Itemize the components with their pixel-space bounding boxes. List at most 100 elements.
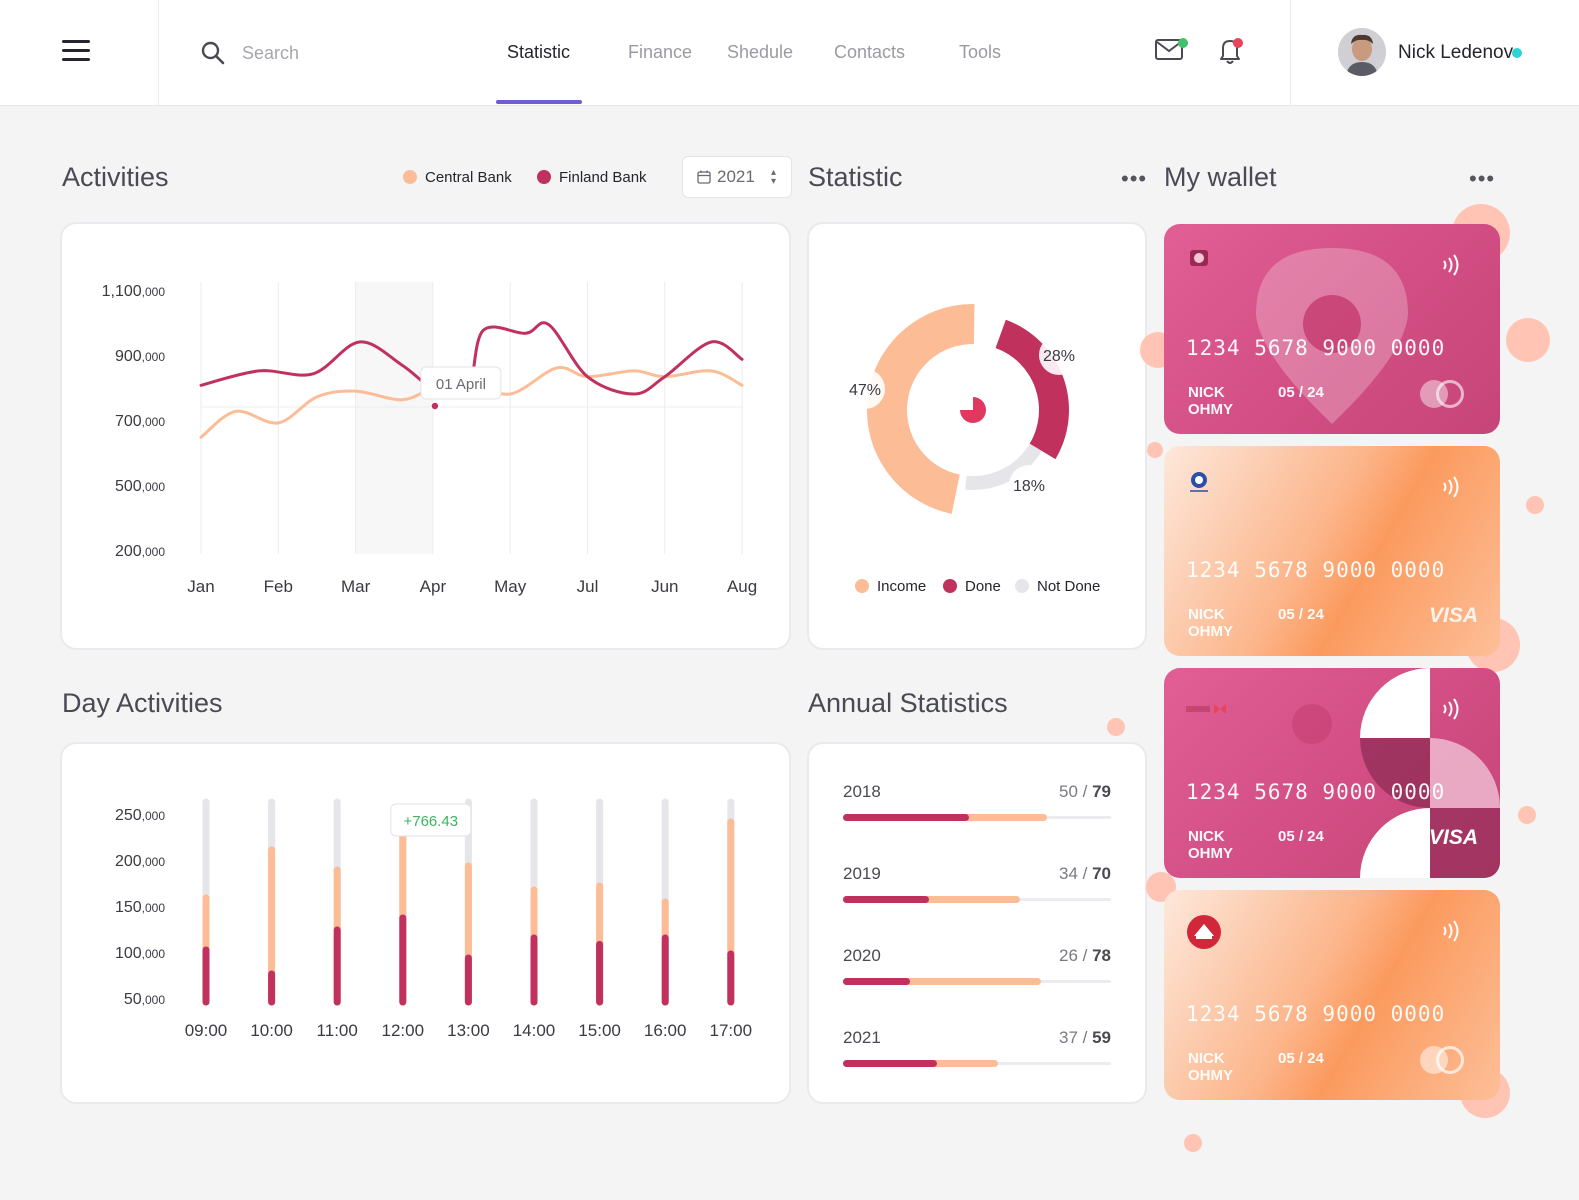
- legend-dot: [943, 579, 957, 593]
- y-tick-label: 50,000: [124, 991, 165, 1008]
- year-value: 2021: [717, 167, 755, 186]
- decor-bubble: [1518, 806, 1536, 824]
- hsbc-logo-icon: [1186, 704, 1226, 714]
- annual-year: 2020: [843, 946, 881, 965]
- mail-badge: [1178, 38, 1188, 48]
- tab-contacts[interactable]: Contacts: [834, 42, 905, 63]
- tooltip-label: 01 April: [436, 376, 486, 393]
- legend-dot: [537, 170, 551, 184]
- card-holder: NICK OHMY: [1188, 606, 1233, 640]
- mail-button[interactable]: [1154, 36, 1188, 70]
- mastercard-logo-icon: [1420, 1046, 1466, 1076]
- card-number: 1234 5678 9000 0000: [1186, 558, 1446, 582]
- legend-label: Finland Bank: [559, 169, 647, 186]
- search-icon[interactable]: [200, 40, 226, 66]
- legend-finland-bank[interactable]: Finland Bank: [537, 169, 647, 186]
- x-tick-label: Mar: [341, 577, 371, 596]
- x-tick-label: Jul: [577, 577, 599, 596]
- card-number: 1234 5678 9000 0000: [1186, 780, 1446, 804]
- online-status-indicator: [1512, 48, 1522, 58]
- x-tick-label: 16:00: [644, 1021, 687, 1040]
- tab-tools[interactable]: Tools: [959, 42, 1001, 63]
- card-expiry: 05 / 24: [1278, 606, 1324, 623]
- activities-title: Activities: [62, 162, 169, 192]
- day-activities-bar-chart: 250,000 200,000 150,000 100,000 50,000 09:00 1…: [115, 798, 752, 1040]
- decor-bubble: [1184, 1134, 1202, 1152]
- day-activities-title: Day Activities: [62, 688, 223, 718]
- y-tick-label: 500,000: [115, 478, 165, 495]
- tab-finance[interactable]: Finance: [628, 42, 692, 63]
- card-holder: NICK OHMY: [1188, 384, 1233, 418]
- legend-done[interactable]: Done: [943, 578, 1001, 595]
- avatar[interactable]: [1338, 28, 1386, 76]
- y-tick-label: 200,000: [115, 543, 165, 560]
- decor-bubble: [1506, 318, 1550, 362]
- notifications-button[interactable]: [1217, 36, 1251, 70]
- x-tick-label: 12:00: [382, 1021, 425, 1040]
- tooltip-label: +766.43: [403, 813, 458, 830]
- visa-logo: VISA: [1428, 826, 1478, 849]
- x-tick-label: 13:00: [447, 1021, 490, 1040]
- legend-label: Income: [877, 578, 927, 595]
- legend-not-done[interactable]: Not Done: [1015, 578, 1100, 595]
- year-select[interactable]: 2021 ▴ ▾: [682, 156, 792, 198]
- statistic-title: Statistic: [808, 162, 903, 192]
- statistic-donut-chart: 47% 28% 18%: [845, 304, 1079, 514]
- annual-done-bar: [843, 1060, 937, 1067]
- wallet-card-3[interactable]: 1234 5678 9000 0000 NICK OHMY 05 / 24 VI…: [1164, 668, 1500, 878]
- legend-label: Central Bank: [425, 169, 512, 186]
- bank-logo-icon: [1187, 915, 1221, 949]
- user-name[interactable]: Nick Ledenov: [1398, 42, 1513, 64]
- contactless-icon: [1443, 476, 1459, 498]
- y-tick-label: 150,000: [115, 899, 165, 916]
- header-divider: [158, 0, 159, 105]
- search-box[interactable]: [200, 36, 460, 70]
- search-input[interactable]: [242, 36, 442, 70]
- card-expiry: 05 / 24: [1278, 384, 1324, 401]
- legend-income[interactable]: Income: [855, 578, 926, 595]
- wallet-card-4[interactable]: 1234 5678 9000 0000 NICK OHMY 05 / 24: [1164, 890, 1500, 1100]
- tab-statistic[interactable]: Statistic: [507, 42, 570, 63]
- y-tick-label: 250,000: [115, 807, 165, 824]
- menu-icon[interactable]: [62, 38, 94, 66]
- tab-shedule[interactable]: Shedule: [727, 42, 793, 63]
- mastercard-logo-icon: [1420, 380, 1466, 410]
- legend-dot: [855, 579, 869, 593]
- annual-fraction: 34 / 70: [1058, 864, 1111, 883]
- decor-bubble: [1526, 496, 1544, 514]
- x-tick-label: Jun: [651, 577, 678, 596]
- wallet-card-1[interactable]: 1234 5678 9000 0000 NICK OHMY 05 / 24: [1164, 224, 1500, 434]
- x-tick-label: 11:00: [317, 1021, 358, 1040]
- diners-club-logo-icon: [1190, 472, 1208, 492]
- x-tick-label: 09:00: [185, 1021, 228, 1040]
- legend-label: Done: [965, 578, 1001, 595]
- tooltip-point: [430, 401, 440, 411]
- wallet-card-2[interactable]: 1234 5678 9000 0000 NICK OHMY 05 / 24 VI…: [1164, 446, 1500, 656]
- y-tick-label: 900,000: [115, 348, 165, 365]
- card-number: 1234 5678 9000 0000: [1186, 336, 1446, 360]
- slice-label-not-done: 18%: [1013, 478, 1045, 495]
- day-activities-card: 250,000 200,000 150,000 100,000 50,000 09:00 1…: [60, 742, 791, 1104]
- legend-central-bank[interactable]: Central Bank: [403, 169, 512, 186]
- y-tick-label: 1,100,000: [102, 283, 166, 300]
- statistic-card: 47% 28% 18% Income Done Not Done: [807, 222, 1147, 650]
- wallet-more-icon[interactable]: •••: [1469, 168, 1495, 190]
- top-header: Statistic Finance Shedule Contacts Tools…: [0, 0, 1579, 106]
- annual-fraction: 26 / 78: [1058, 946, 1111, 965]
- y-tick-label: 700,000: [115, 413, 165, 430]
- annual-done-bar: [843, 896, 929, 903]
- active-tab-indicator: [496, 100, 582, 104]
- statistic-more-icon[interactable]: •••: [1121, 168, 1147, 190]
- legend-dot: [403, 170, 417, 184]
- legend-dot: [1015, 579, 1029, 593]
- slice-label-income: 47%: [849, 382, 881, 399]
- decor-bubble: [1107, 718, 1125, 736]
- x-tick-label: Jan: [187, 577, 214, 596]
- card-holder: NICK OHMY: [1188, 828, 1233, 862]
- y-tick-label: 100,000: [115, 945, 165, 962]
- x-tick-label: 15:00: [578, 1021, 621, 1040]
- legend-label: Not Done: [1037, 578, 1101, 595]
- x-tick-label: 14:00: [513, 1021, 556, 1040]
- contactless-icon: [1443, 920, 1459, 942]
- card-expiry: 05 / 24: [1278, 1050, 1324, 1067]
